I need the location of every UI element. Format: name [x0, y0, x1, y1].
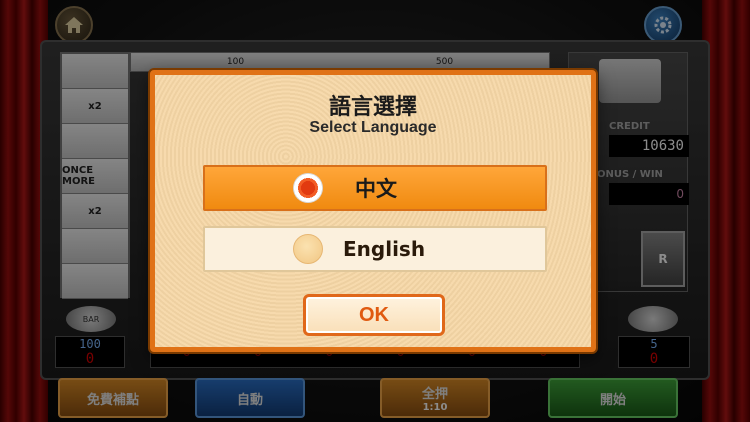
dialog-subtitle: Select Language	[309, 119, 437, 136]
radio-selected-icon	[293, 173, 323, 203]
radio-unselected-icon	[293, 234, 323, 264]
language-option-chinese[interactable]: 中文	[203, 165, 547, 211]
language-label-chinese: 中文	[355, 177, 397, 201]
language-dialog: 語言選擇 Select Language 中文 English OK	[150, 70, 596, 352]
language-option-english[interactable]: English	[203, 226, 547, 272]
dialog-title: 語言選擇	[328, 94, 417, 120]
language-label-english: English	[343, 237, 426, 261]
ok-button[interactable]: OK	[303, 294, 445, 336]
slot-machine-screen: 100 500 x2 ONCE MORE x2 CREDIT 10630 ONU…	[0, 0, 750, 422]
